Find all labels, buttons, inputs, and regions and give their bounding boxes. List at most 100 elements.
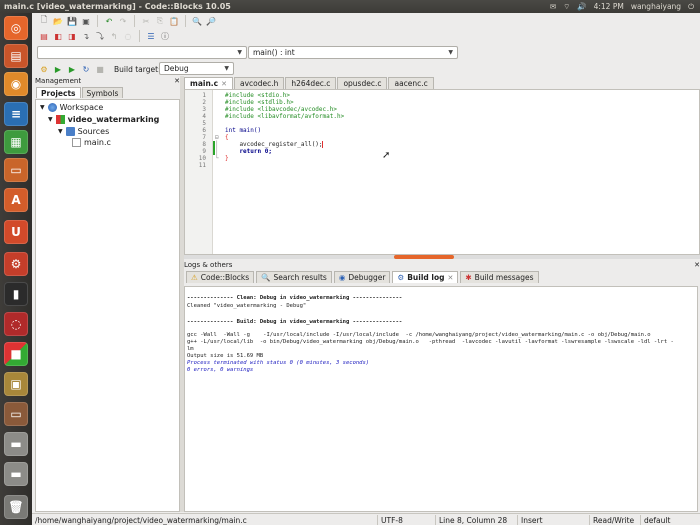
log-line: -------------- Build: Debug in video_wat… (187, 319, 403, 325)
tree-sources-folder[interactable]: ▼ Sources (58, 127, 109, 136)
window-title: main.c [video_watermarking] - Code::Bloc… (4, 2, 231, 11)
various-info-icon[interactable]: ⓘ (159, 30, 171, 42)
ubuntu-one-icon[interactable]: U (4, 220, 28, 244)
management-panel: Management ✕ Projects Symbols ▼ Workspac… (32, 76, 180, 512)
build-target-combo[interactable]: Debug ▼ (159, 62, 234, 75)
step-over-icon[interactable]: ↴ (80, 30, 92, 42)
save-icon[interactable]: 💾 (66, 15, 78, 27)
tab-search-results[interactable]: 🔍 Search results (256, 271, 332, 283)
tree-project[interactable]: ▼ video_watermarking (48, 115, 159, 124)
archive-icon[interactable]: ▣ (4, 372, 28, 396)
cut-icon[interactable]: ✂ (140, 15, 152, 27)
power-icon[interactable]: ⏻ (688, 2, 694, 12)
tab-avcodec-h[interactable]: avcodec.h (233, 77, 285, 89)
volume-icon[interactable]: 🔊 (577, 2, 586, 11)
drive-icon[interactable]: ▬ (4, 432, 28, 456)
log-line: 0 errors, 0 warnings (187, 367, 254, 373)
tab-codeblocks-log[interactable]: ⚠ Code::Blocks (186, 271, 255, 283)
step-into-icon[interactable]: ⤵ (94, 30, 106, 42)
mail-icon[interactable]: ✉ (550, 2, 556, 11)
code-line: { (225, 134, 229, 141)
tab-build-log[interactable]: ⚙ Build log ✕ (392, 271, 459, 283)
tab-symbols[interactable]: Symbols (81, 87, 124, 98)
open-file-icon[interactable]: 📂 (52, 15, 64, 27)
trash-icon[interactable]: 🗑 (4, 495, 28, 519)
unity-launcher: ◎ ▤ ◉ ≡ ▦ ▭ A U ⚙ ▮ ◌ ■ ▣ ▭ ▬ ▬ 🗑 (0, 13, 32, 525)
user-menu[interactable]: wanghaiyang (631, 2, 681, 11)
replace-icon[interactable]: 🔎 (205, 15, 217, 27)
project-icon (55, 115, 65, 124)
project-tree: ▼ Workspace ▼ video_watermarking ▼ Sourc… (35, 99, 180, 512)
chevron-down-icon: ▼ (237, 49, 242, 56)
settings-icon[interactable]: ⚙ (4, 252, 28, 276)
ubuntu-dash-icon[interactable]: ◎ (4, 16, 28, 40)
code-editor[interactable]: 1 2 3 4 5 6 7 8 9 10 11 ⊟ │ │ └ #include… (184, 89, 700, 255)
drive2-icon[interactable]: ▬ (4, 462, 28, 486)
find-icon[interactable]: 🔍 (191, 15, 203, 27)
close-icon[interactable]: ✕ (448, 274, 454, 282)
run-icon[interactable]: ▶ (52, 63, 64, 75)
build-run-icon[interactable]: ▶ (66, 63, 78, 75)
tab-build-messages[interactable]: ✱ Build messages (460, 271, 539, 283)
scrollbar-thumb[interactable] (394, 255, 454, 259)
scope-combo[interactable]: ▼ (37, 46, 247, 59)
files-icon[interactable]: ▤ (4, 44, 28, 68)
next-bookmark-icon[interactable]: ◨ (66, 30, 78, 42)
wifi-icon[interactable]: ⌔ (563, 2, 570, 12)
fold-marker-icon[interactable]: ⊟ (215, 134, 219, 141)
paste-icon[interactable]: 📋 (168, 15, 180, 27)
log-line: Cleaned "video_watermarking - Debug" (187, 303, 307, 309)
close-icon[interactable]: ✕ (694, 261, 700, 269)
collapse-arrow-icon[interactable]: ▼ (40, 104, 45, 111)
undo-icon[interactable]: ↶ (103, 15, 115, 27)
tab-debugger[interactable]: ◉ Debugger (333, 271, 391, 283)
top-panel: main.c [video_watermarking] - Code::Bloc… (0, 0, 700, 13)
build-icon[interactable]: ⚙ (38, 63, 50, 75)
firefox-icon[interactable]: ◉ (4, 72, 28, 96)
abort-icon[interactable]: ■ (94, 63, 106, 75)
code-line: #include <libavformat/avformat.h> (225, 113, 345, 120)
software-center-icon[interactable]: A (4, 188, 28, 212)
impress-icon[interactable]: ▭ (4, 158, 28, 182)
codeblocks-icon[interactable]: ■ (4, 342, 28, 366)
calc-icon[interactable]: ▦ (4, 130, 28, 154)
status-access: Read/Write (589, 515, 637, 525)
clock[interactable]: 4:12 PM (594, 2, 624, 11)
tab-projects[interactable]: Projects (36, 87, 81, 98)
code-line: avcodec_register_all(); (225, 141, 323, 148)
close-icon[interactable]: ✕ (221, 80, 227, 88)
tab-main-c[interactable]: main.c ✕ (184, 77, 233, 89)
build-log-output[interactable]: -------------- Clean: Debug in video_wat… (184, 286, 698, 512)
tree-workspace[interactable]: ▼ Workspace (40, 103, 103, 112)
copy-icon[interactable]: ⎘ (154, 15, 166, 27)
code-line: int main() (225, 127, 262, 134)
tree-file-main[interactable]: main.c (72, 138, 111, 147)
editor-horizontal-scrollbar[interactable] (184, 255, 700, 259)
redo-icon[interactable]: ↷ (117, 15, 129, 27)
rebuild-icon[interactable]: ↻ (80, 63, 92, 75)
build-toolbar: ⚙ ▶ ▶ ↻ ■ Build target: (38, 63, 160, 75)
status-file-path: /home/wanghaiyang/project/video_watermar… (35, 515, 247, 525)
tab-opusdec-c[interactable]: opusdec.c (337, 77, 388, 89)
tab-h264dec-c[interactable]: h264dec.c (285, 77, 337, 89)
terminal-icon[interactable]: ▮ (4, 282, 28, 306)
presentation-icon[interactable]: ▭ (4, 402, 28, 426)
collapse-arrow-icon[interactable]: ▼ (58, 128, 63, 135)
save-all-icon[interactable]: ▣ (80, 15, 92, 27)
stop-debug-icon[interactable]: ◌ (122, 30, 134, 42)
tab-aacenc-c[interactable]: aacenc.c (388, 77, 434, 89)
status-profile: default (640, 515, 673, 525)
writer-icon[interactable]: ≡ (4, 102, 28, 126)
new-file-icon[interactable]: 🗋 (38, 15, 50, 27)
step-out-icon[interactable]: ↰ (108, 30, 120, 42)
prev-bookmark-icon[interactable]: ◧ (52, 30, 64, 42)
status-insert-mode: Insert (517, 515, 546, 525)
debug-windows-icon[interactable]: ☰ (145, 30, 157, 42)
gear-icon: ⚙ (397, 273, 405, 282)
function-combo[interactable]: main() : int ▼ (248, 46, 458, 59)
warning-icon: ⚠ (191, 273, 198, 282)
bookmark-icon[interactable]: ▤ (38, 30, 50, 42)
collapse-arrow-icon[interactable]: ▼ (48, 116, 53, 123)
disk-icon[interactable]: ◌ (4, 312, 28, 336)
file-icon (72, 138, 81, 147)
